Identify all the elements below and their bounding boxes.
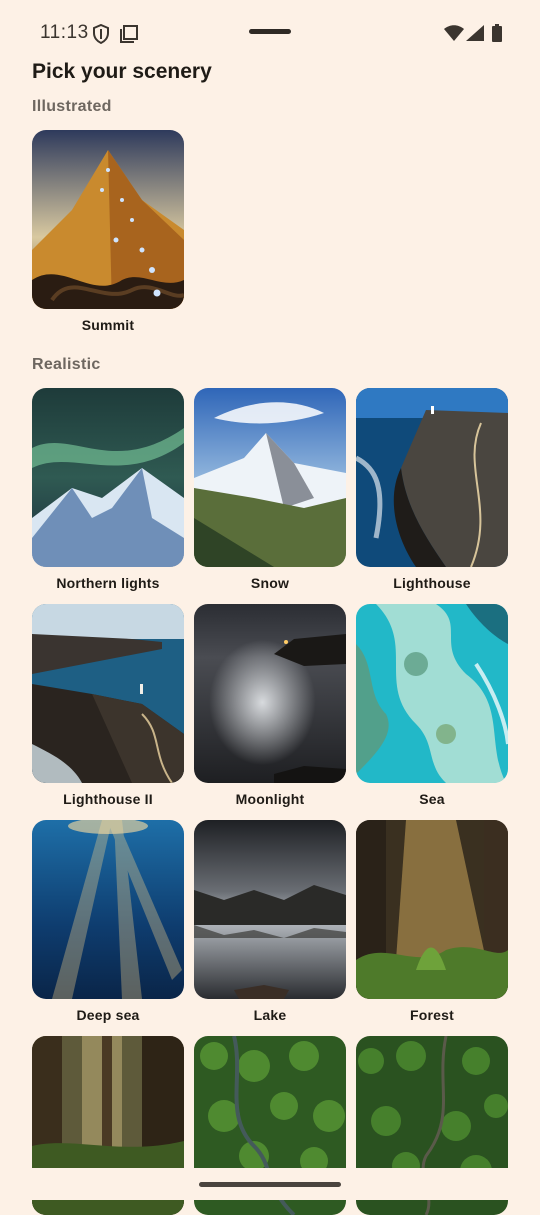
scenery-tile-moonlight[interactable]: Moonlight — [194, 604, 346, 807]
tile-label: Deep sea — [76, 1007, 140, 1023]
camera-notch — [249, 29, 291, 34]
tile-label: Northern lights — [56, 575, 160, 591]
gesture-nav-handle[interactable] — [199, 1182, 341, 1187]
page-title: Pick your scenery — [32, 60, 212, 83]
scenery-tile-summit[interactable]: Summit — [32, 130, 184, 333]
scenery-tile-deep-sea[interactable]: Deep sea — [32, 820, 184, 1023]
battery-icon — [492, 24, 502, 47]
scenery-tile-lake[interactable]: Lake — [194, 820, 346, 1023]
tile-label: Lake — [253, 1007, 287, 1023]
scenery-tile-sea[interactable]: Sea — [356, 604, 508, 807]
moonlight-image — [194, 604, 346, 783]
deep-sea-image — [32, 820, 184, 999]
tile-label: Forest — [410, 1007, 454, 1023]
lighthouse-ii-image — [32, 604, 184, 783]
tile-label: Snow — [250, 575, 290, 591]
tile-label: Summit — [81, 317, 135, 333]
screen-icon — [120, 25, 138, 48]
wifi-icon — [444, 25, 464, 46]
scenery-tile-lighthouse[interactable]: Lighthouse — [356, 388, 508, 591]
tile-label: Moonlight — [235, 791, 305, 807]
forest-image — [356, 820, 508, 999]
status-bar: 11:13 — [0, 0, 540, 68]
northern-lights-image — [32, 388, 184, 567]
summit-image — [32, 130, 184, 309]
signal-icon — [466, 25, 484, 46]
sea-image — [356, 604, 508, 783]
shield-icon — [92, 23, 110, 49]
scenery-tile-forest[interactable]: Forest — [356, 820, 508, 1023]
status-time: 11:13 — [40, 22, 89, 43]
section-label-illustrated: Illustrated — [32, 98, 112, 115]
snow-image — [194, 388, 346, 567]
scenery-tile-snow[interactable]: Snow — [194, 388, 346, 591]
scenery-tile-lighthouse-ii[interactable]: Lighthouse II — [32, 604, 184, 807]
tile-label: Sea — [419, 791, 445, 807]
tile-label: Lighthouse II — [63, 791, 153, 807]
tile-label: Lighthouse — [393, 575, 471, 591]
scenery-tile-northern-lights[interactable]: Northern lights — [32, 388, 184, 591]
section-label-realistic: Realistic — [32, 356, 101, 373]
lighthouse-image — [356, 388, 508, 567]
lake-image — [194, 820, 346, 999]
